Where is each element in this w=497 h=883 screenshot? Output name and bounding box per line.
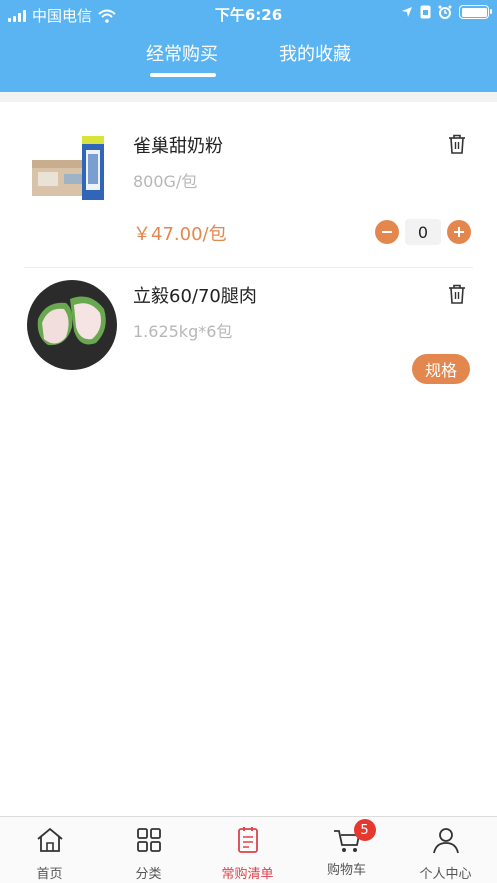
item-divider [24,267,473,268]
product-spec: 1.625kg*6包 [133,322,233,341]
tabbar-item-frequent-list[interactable]: 常购清单 [198,825,297,882]
top-tabs: 经常购买 我的收藏 [0,36,497,80]
grid-icon [136,828,161,852]
tabbar-label: 个人中心 [419,867,472,882]
tabbar-item-profile[interactable]: 个人中心 [396,825,495,882]
product-thumbnail-chicken-leg [27,280,117,370]
home-icon [36,827,63,852]
active-tab-indicator [150,73,216,77]
tabbar-label: 常购清单 [221,867,274,882]
product-thumbnail-milk-powder [32,136,104,200]
cart-icon-wrap: 5 [332,819,376,855]
tabbar-label: 分类 [135,867,162,882]
list-item[interactable]: 雀巢甜奶粉 800G/包 ￥47.00/包 0 [0,102,497,270]
bottom-tab-bar: 首页 分类 常购清单 5 购物车 个人中心 [0,816,497,883]
spec-button[interactable]: 规格 [412,354,470,384]
product-price: ￥47.00/包 [133,224,227,245]
tab-frequent-purchase[interactable]: 经常购买 [127,40,237,66]
quantity-stepper: 0 [375,219,471,245]
portrait-lock-icon [420,5,431,19]
tabbar-label: 首页 [36,867,63,882]
product-name: 雀巢甜奶粉 [133,136,223,157]
plus-icon [454,227,464,237]
decrease-button[interactable] [375,220,399,244]
user-icon [432,828,459,854]
list-item[interactable]: 立毅60/70腿肉 1.625kg*6包 规格 [0,270,497,400]
section-gap [0,92,497,102]
list-icon [237,827,258,853]
product-name: 立毅60/70腿肉 [133,286,257,307]
increase-button[interactable] [447,220,471,244]
battery-icon [459,5,492,19]
product-spec: 800G/包 [133,172,198,191]
trash-icon[interactable] [447,133,467,155]
app-header: 中国电信 下午6:26 经常购买 我的收藏 [0,0,497,92]
status-bar: 中国电信 下午6:26 [0,0,497,28]
cart-count-badge: 5 [353,819,376,841]
tabbar-item-cart[interactable]: 5 购物车 [297,819,396,878]
quantity-value[interactable]: 0 [405,219,441,245]
minus-icon [382,231,392,233]
tab-my-favorites[interactable]: 我的收藏 [260,40,370,66]
tabbar-label: 购物车 [326,863,366,878]
alarm-icon [438,5,452,19]
tabbar-item-home[interactable]: 首页 [0,825,99,882]
trash-icon[interactable] [447,283,467,305]
location-arrow-icon [402,7,412,17]
tabbar-item-category[interactable]: 分类 [99,825,198,882]
